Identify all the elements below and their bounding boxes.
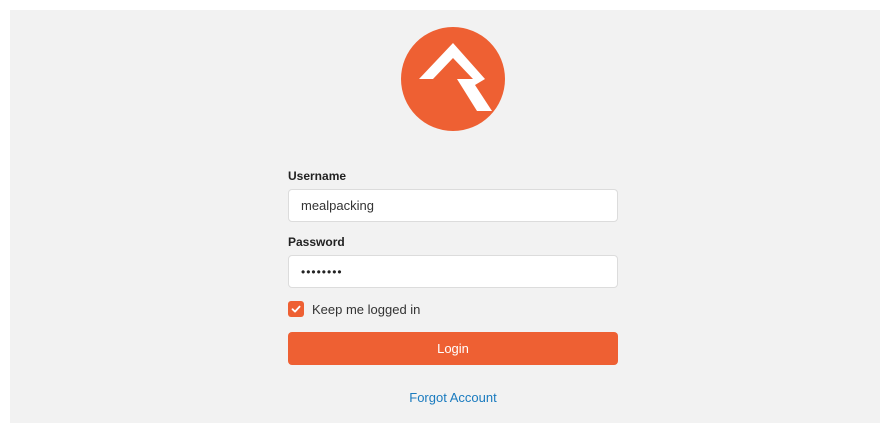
password-label: Password xyxy=(288,235,345,249)
keep-logged-in-checkbox[interactable] xyxy=(288,301,304,317)
forgot-account-link[interactable]: Forgot Account xyxy=(288,390,618,405)
login-button[interactable]: Login xyxy=(288,332,618,365)
keep-logged-in-row[interactable]: Keep me logged in xyxy=(288,300,618,318)
keep-logged-in-label: Keep me logged in xyxy=(312,301,421,317)
username-input[interactable] xyxy=(288,189,618,222)
login-form: Username Password Keep me logged in Logi… xyxy=(288,168,618,365)
checkmark-icon xyxy=(291,305,301,313)
username-label: Username xyxy=(288,169,347,183)
password-input[interactable] xyxy=(288,255,618,288)
rock-rms-logo-icon xyxy=(401,27,505,131)
